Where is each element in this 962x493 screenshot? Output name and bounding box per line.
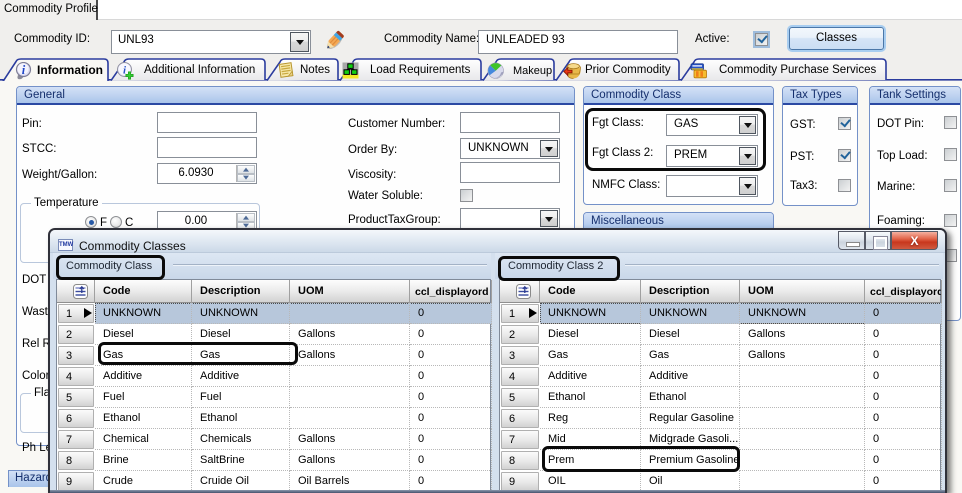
svg-text:i: i xyxy=(22,63,26,77)
